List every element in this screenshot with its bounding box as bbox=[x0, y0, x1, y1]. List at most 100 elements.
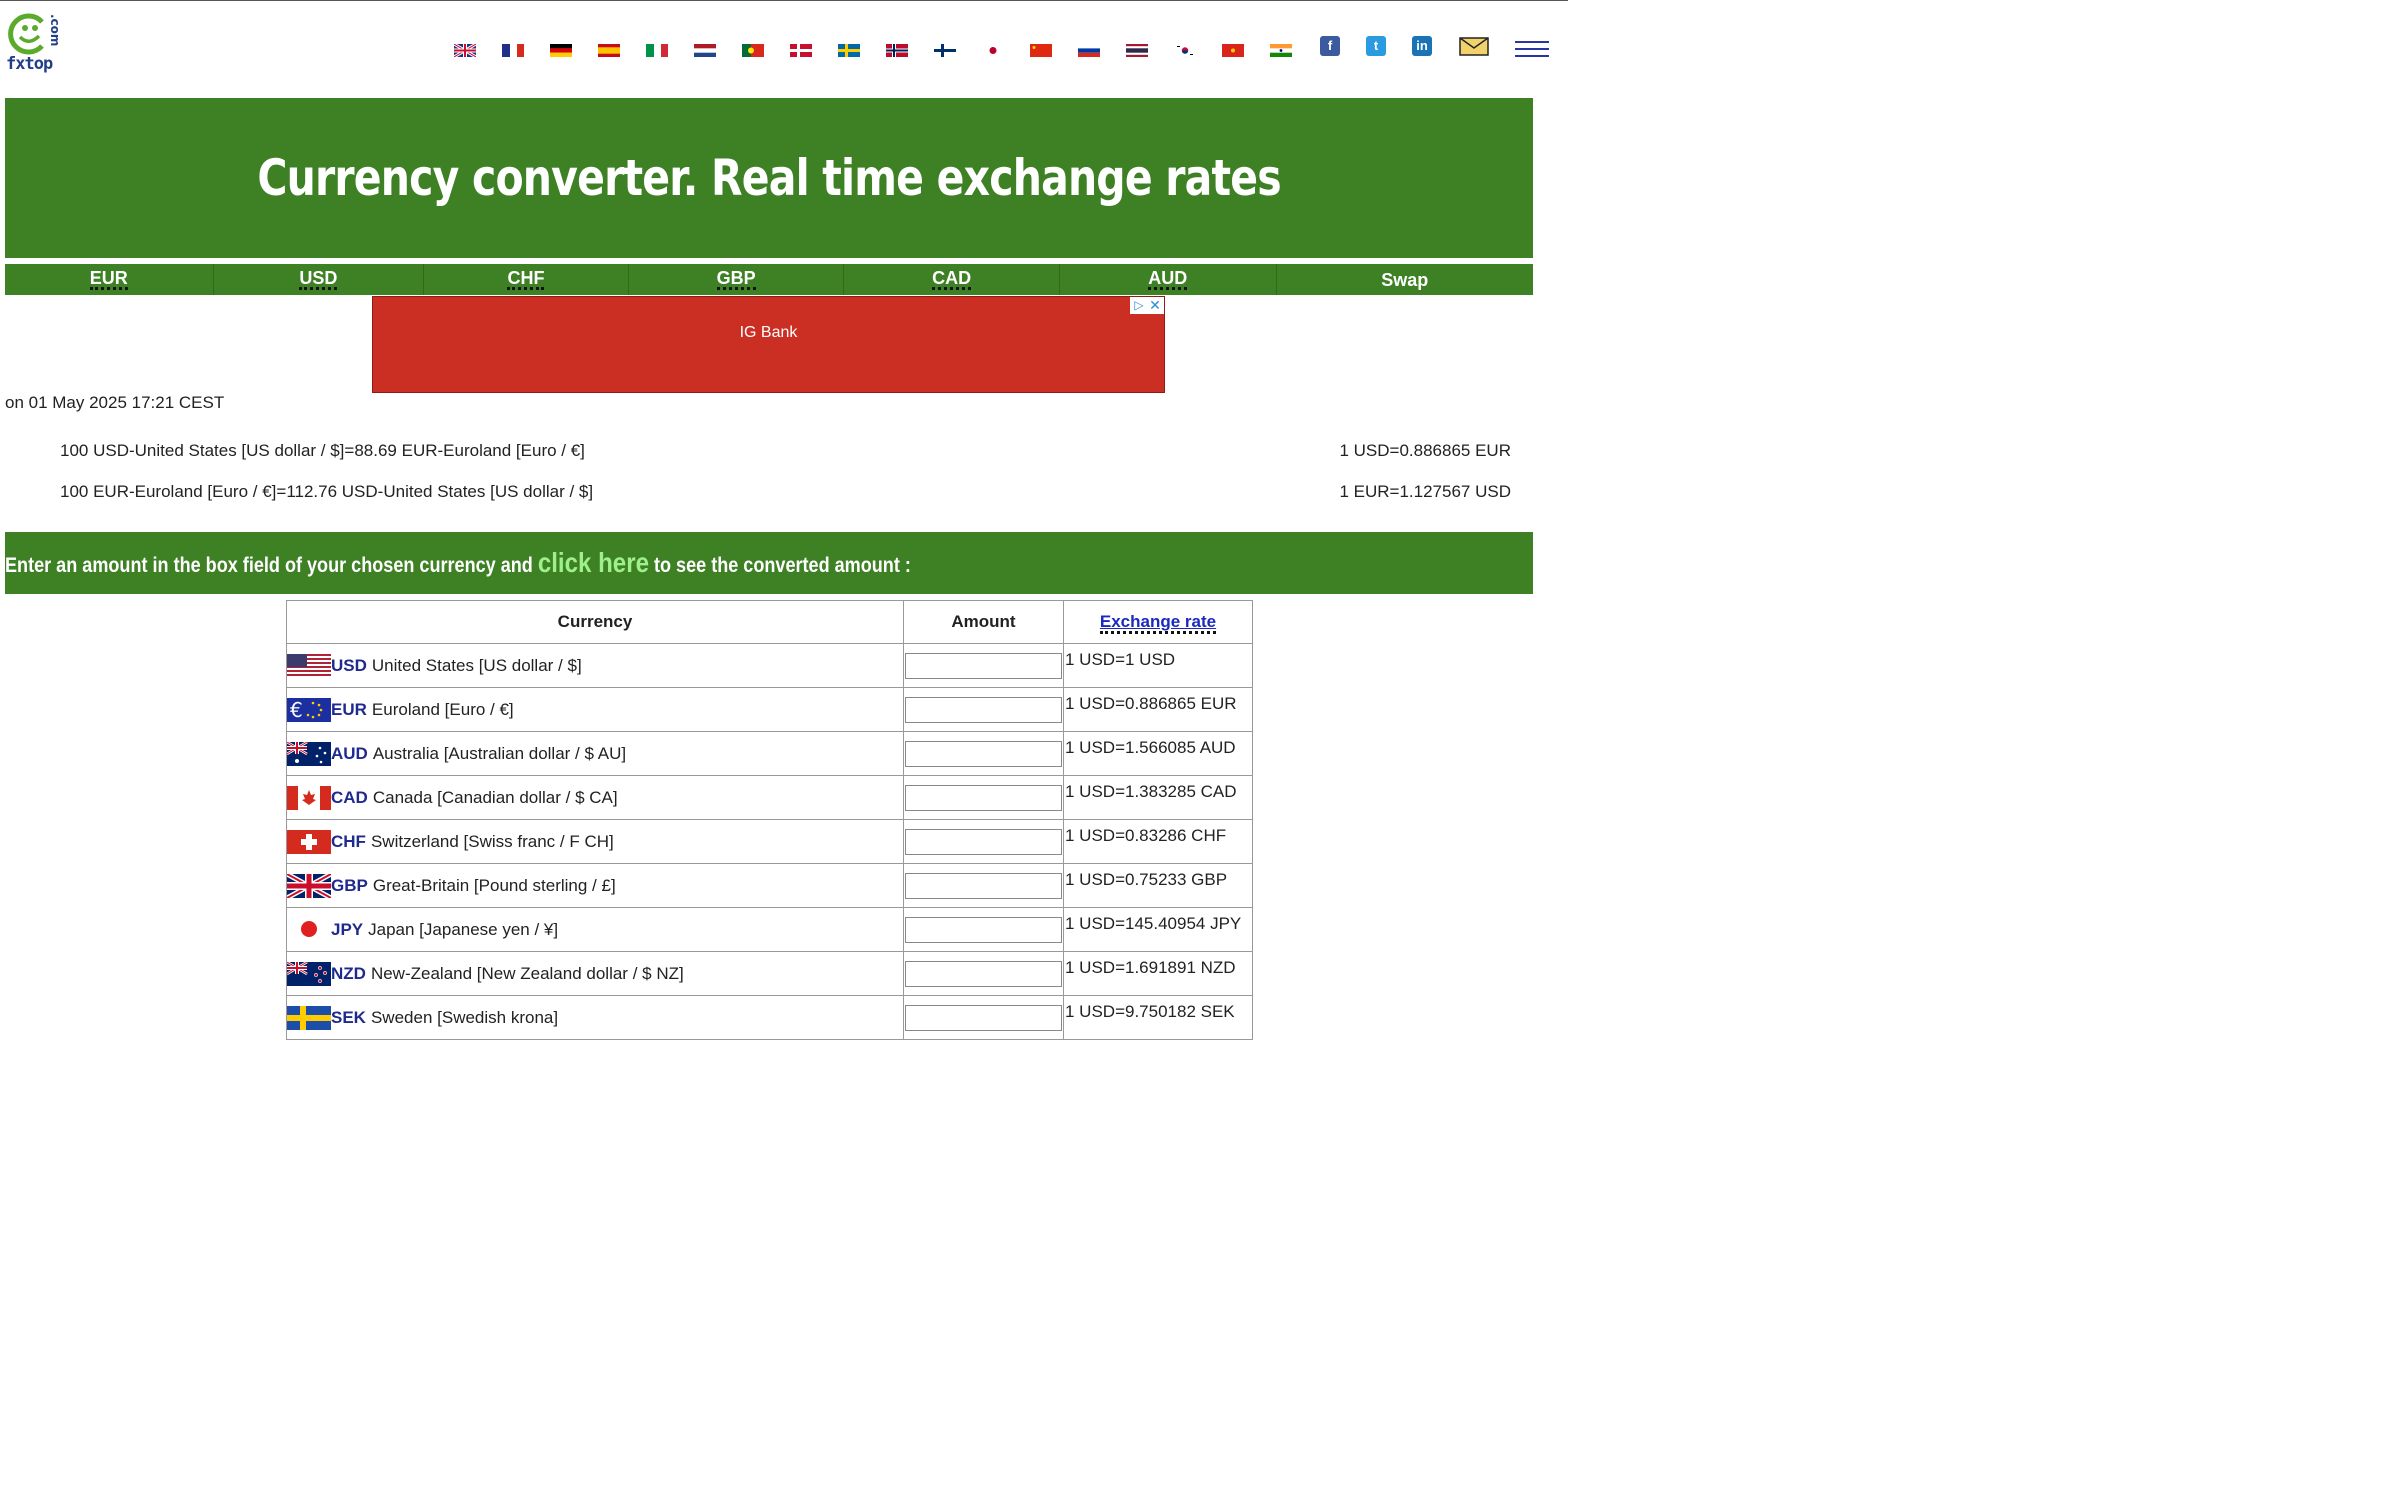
nav-swap[interactable]: Swap bbox=[1277, 264, 1534, 295]
amount-input-cad[interactable] bbox=[905, 784, 1062, 811]
rate-value: 1 USD=0.75233 GBP bbox=[1063, 863, 1253, 908]
nav-eur[interactable]: EUR bbox=[5, 264, 214, 295]
table-row: CAD Canada [Canadian dollar / $ CA] 1 USD… bbox=[286, 775, 1253, 820]
amount-input-jpy[interactable] bbox=[905, 916, 1062, 943]
rate-value: 1 USD=1 USD bbox=[1063, 643, 1253, 688]
nav-label: CHF bbox=[507, 268, 545, 290]
page-banner: Currency converter. Real time exchange r… bbox=[5, 98, 1533, 258]
nz-flag-icon bbox=[287, 961, 331, 986]
currency-code: SEK bbox=[331, 1007, 366, 1027]
currency-label: € EUR Euroland [Euro / €] bbox=[287, 697, 903, 722]
currency-code: CAD bbox=[331, 787, 368, 807]
header-currency: Currency bbox=[286, 600, 904, 644]
norway-flag-icon[interactable] bbox=[886, 44, 908, 57]
ad-close-icon[interactable]: ✕ bbox=[1148, 297, 1162, 313]
currency-name: Canada [Canadian dollar / $ CA] bbox=[372, 787, 618, 807]
currency-label: NZD New-Zealand [New Zealand dollar / $ N… bbox=[287, 961, 903, 986]
amount-cell bbox=[903, 863, 1064, 908]
italy-flag-icon[interactable] bbox=[646, 44, 668, 57]
rate-unit-2: 1 EUR=1.127567 USD bbox=[1339, 482, 1511, 501]
twitter-icon[interactable]: t bbox=[1366, 36, 1386, 56]
spain-flag-icon[interactable] bbox=[598, 44, 620, 57]
currency-label: GBP Great-Britain [Pound sterling / £] bbox=[287, 873, 903, 898]
au-flag-icon bbox=[287, 741, 331, 766]
amount-input-eur[interactable] bbox=[905, 696, 1062, 723]
vietnam-flag-icon[interactable] bbox=[1222, 44, 1244, 57]
amount-cell bbox=[903, 687, 1064, 732]
currency-cell: SEK Sweden [Swedish krona] bbox=[286, 995, 904, 1040]
amount-cell bbox=[903, 995, 1064, 1040]
currency-label: CHF Switzerland [Swiss franc / F CH] bbox=[287, 829, 903, 854]
rate-summary-1: 100 USD-United States [US dollar / $]=88… bbox=[60, 441, 585, 460]
russia-flag-icon[interactable] bbox=[1078, 44, 1100, 57]
amount-input-chf[interactable] bbox=[905, 828, 1062, 855]
thailand-flag-icon[interactable] bbox=[1126, 44, 1148, 57]
header-rate[interactable]: Exchange rate bbox=[1063, 600, 1253, 644]
china-flag-icon[interactable] bbox=[1030, 44, 1052, 57]
amount-cell bbox=[903, 951, 1064, 996]
amount-input-sek[interactable] bbox=[905, 1004, 1062, 1031]
currency-code: AUD bbox=[331, 743, 368, 763]
germany-flag-icon[interactable] bbox=[550, 44, 572, 57]
mail-icon[interactable] bbox=[1459, 37, 1489, 56]
table-row: GBP Great-Britain [Pound sterling / £] 1 … bbox=[286, 863, 1253, 908]
amount-cell bbox=[903, 819, 1064, 864]
site-logo[interactable]: .com fxtop bbox=[4, 12, 64, 78]
currency-code: USD bbox=[331, 655, 367, 675]
amount-input-gbp[interactable] bbox=[905, 872, 1062, 899]
nav-label: Swap bbox=[1381, 269, 1429, 290]
table-row: CHF Switzerland [Swiss franc / F CH] 1 US… bbox=[286, 819, 1253, 864]
nav-usd[interactable]: USD bbox=[214, 264, 425, 295]
portugal-flag-icon[interactable] bbox=[742, 44, 764, 57]
exchange-rate-link[interactable]: Exchange rate bbox=[1099, 612, 1217, 634]
korea-flag-icon[interactable] bbox=[1174, 44, 1196, 57]
amount-cell bbox=[903, 907, 1064, 952]
currency-name: Sweden [Swedish krona] bbox=[370, 1007, 559, 1027]
currency-name: Japan [Japanese yen / ¥] bbox=[368, 919, 559, 939]
currency-label: CAD Canada [Canadian dollar / $ CA] bbox=[287, 785, 903, 810]
hamburger-menu-icon[interactable] bbox=[1515, 39, 1549, 59]
rate-value: 1 USD=9.750182 SEK bbox=[1063, 995, 1253, 1040]
denmark-flag-icon[interactable] bbox=[790, 44, 812, 57]
nav-chf[interactable]: CHF bbox=[424, 264, 629, 295]
advertisement[interactable]: IG Bank ▷ ✕ bbox=[372, 296, 1165, 393]
rate-value: 1 USD=145.40954 JPY bbox=[1063, 907, 1253, 952]
smiley-logo-icon bbox=[8, 13, 44, 55]
amount-cell bbox=[903, 775, 1064, 820]
conversion-table: Currency Amount Exchange rate USD United … bbox=[286, 600, 1253, 1040]
uk-flag-icon[interactable] bbox=[454, 44, 476, 57]
japan-flag-icon[interactable] bbox=[982, 44, 1004, 57]
table-row: AUD Australia [Australian dollar / $ AU] … bbox=[286, 731, 1253, 776]
currency-name: Switzerland [Swiss franc / F CH] bbox=[370, 831, 614, 851]
amount-input-aud[interactable] bbox=[905, 740, 1062, 767]
ad-info-icon[interactable]: ▷ bbox=[1132, 298, 1146, 312]
netherlands-flag-icon[interactable] bbox=[694, 44, 716, 57]
rate-timestamp: on 01 May 2025 17:21 CEST bbox=[5, 393, 225, 412]
currency-code: EUR bbox=[331, 699, 367, 719]
currency-label: USD United States [US dollar / $] bbox=[287, 653, 903, 678]
currency-cell: GBP Great-Britain [Pound sterling / £] bbox=[286, 863, 904, 908]
currency-cell: CAD Canada [Canadian dollar / $ CA] bbox=[286, 775, 904, 820]
rate-summary-2: 100 EUR-Euroland [Euro / €]=112.76 USD-U… bbox=[60, 482, 594, 501]
linkedin-icon[interactable]: in bbox=[1412, 36, 1432, 56]
logo-suffix: .com bbox=[48, 14, 62, 47]
sweden-flag-icon[interactable] bbox=[838, 44, 860, 57]
amount-input-usd[interactable] bbox=[905, 652, 1062, 679]
currency-nav: EUR USD CHF GBP CAD AUD Swap bbox=[5, 264, 1533, 295]
svg-text:€: € bbox=[290, 698, 303, 722]
finland-flag-icon[interactable] bbox=[934, 44, 956, 57]
table-row: JPY Japan [Japanese yen / ¥] 1 USD=145.40… bbox=[286, 907, 1253, 952]
rate-value: 1 USD=0.83286 CHF bbox=[1063, 819, 1253, 864]
india-flag-icon[interactable] bbox=[1270, 44, 1292, 57]
nav-cad[interactable]: CAD bbox=[844, 264, 1060, 295]
facebook-icon[interactable]: f bbox=[1320, 36, 1340, 56]
nav-aud[interactable]: AUD bbox=[1060, 264, 1277, 295]
page-title: Currency converter. Real time exchange r… bbox=[257, 149, 1281, 207]
amount-cell bbox=[903, 731, 1064, 776]
france-flag-icon[interactable] bbox=[502, 44, 524, 57]
nav-gbp[interactable]: GBP bbox=[629, 264, 845, 295]
currency-code: NZD bbox=[331, 963, 366, 983]
convert-link[interactable]: click here bbox=[538, 547, 649, 578]
table-row: NZD New-Zealand [New Zealand dollar / $ N… bbox=[286, 951, 1253, 996]
amount-input-nzd[interactable] bbox=[905, 960, 1062, 987]
